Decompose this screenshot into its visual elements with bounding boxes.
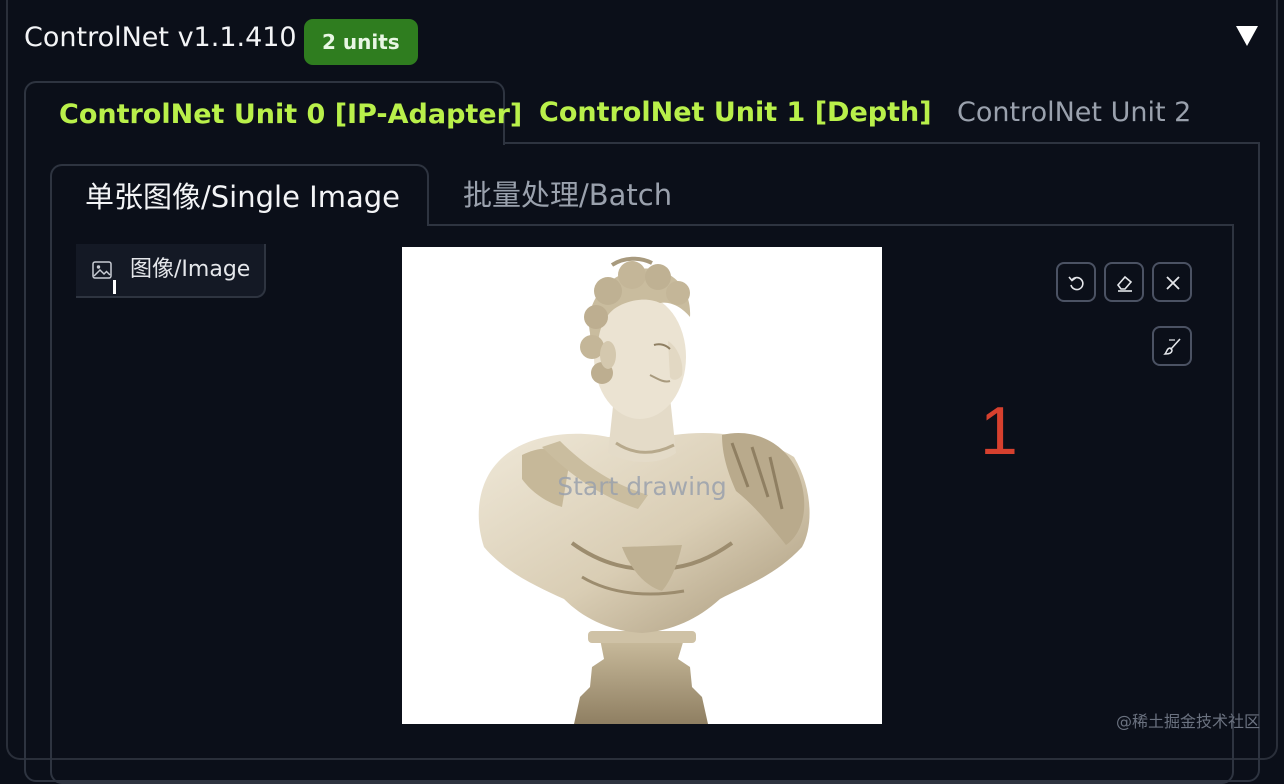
bust-image [478,256,810,724]
clear-button[interactable] [1152,262,1192,302]
annotation-number: 1 [980,393,1018,469]
image-canvas[interactable]: Start drawing [402,247,882,724]
close-icon [1166,276,1180,290]
eraser-icon [1116,275,1133,292]
eraser-button[interactable] [1104,262,1144,302]
brush-icon [1163,338,1181,355]
watermark: @稀土掘金技术社区 [1116,712,1261,731]
text-cursor [113,280,116,294]
brush-button[interactable] [1152,326,1192,366]
units-badge: 2 units [304,19,418,65]
tab-controlnet-unit-1[interactable]: ControlNet Unit 1 [Depth] [539,81,932,145]
undo-button[interactable] [1056,262,1096,302]
tab-controlnet-unit-0[interactable]: ControlNet Unit 0 [IP-Adapter] [24,81,522,145]
tab-controlnet-unit-2[interactable]: ControlNet Unit 2 [957,81,1191,145]
image-input-label-text: 图像/Image [130,257,251,282]
accordion-title[interactable]: ControlNet v1.1.410 [24,22,297,53]
tab-single-image[interactable]: 单张图像/Single Image [50,164,429,226]
triangle-down-icon[interactable] [1236,26,1258,46]
image-input-label: 图像/Image [76,244,266,298]
tab-batch[interactable]: 批量处理/Batch [463,164,672,226]
image-icon [92,261,112,279]
undo-icon [1068,276,1084,291]
